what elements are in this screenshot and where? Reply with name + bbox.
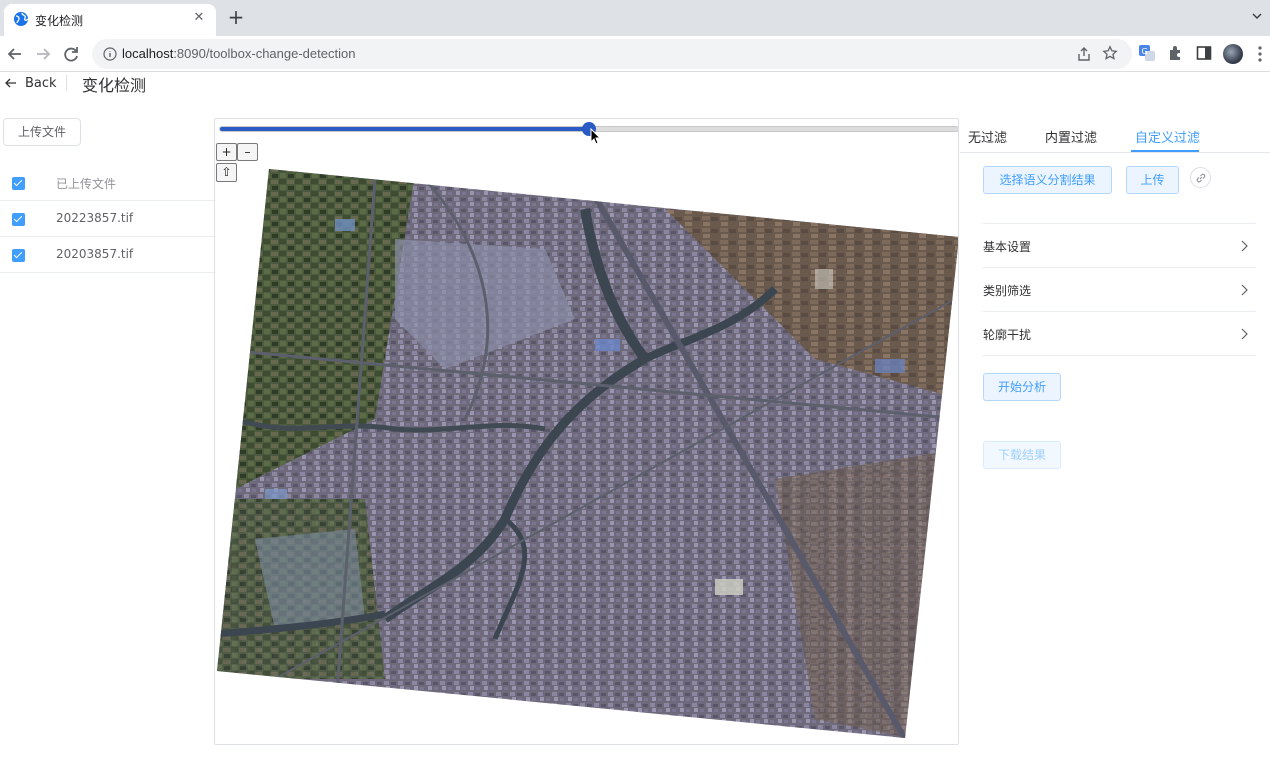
tab-title: 变化检测	[35, 14, 84, 28]
tab-custom-filter[interactable]: 自定义过滤	[1135, 127, 1200, 146]
svg-text:G: G	[1142, 47, 1148, 56]
side-panel-icon[interactable]	[1195, 44, 1213, 62]
file-checkbox[interactable]	[12, 213, 25, 226]
new-tab-button[interactable]: +	[226, 7, 246, 27]
zoom-in-button[interactable]: +	[216, 143, 237, 161]
collapse-label: 类别筛选	[983, 284, 1032, 298]
tab-no-filter[interactable]: 无过滤	[968, 127, 1007, 146]
chevron-right-icon	[1241, 240, 1248, 252]
zoom-to-extent-button[interactable]: ⇧	[216, 163, 237, 182]
link-icon	[1196, 173, 1206, 183]
link-button[interactable]	[1190, 167, 1211, 188]
bookmark-star-icon[interactable]	[1102, 45, 1118, 61]
file-name: 20223857.tif	[56, 211, 134, 225]
start-analysis-button[interactable]: 开始分析	[983, 373, 1061, 401]
upload-file-button[interactable]: 上传文件	[3, 118, 81, 146]
profile-avatar[interactable]	[1223, 44, 1243, 64]
settings-collapse: 基本设置 类别筛选 轮廓干扰	[983, 223, 1256, 356]
swipe-slider-fill	[220, 127, 589, 131]
extensions-puzzle-icon[interactable]	[1167, 44, 1185, 62]
reload-icon[interactable]	[60, 43, 82, 65]
select-all-checkbox[interactable]	[12, 177, 25, 190]
download-result-button: 下载结果	[983, 441, 1061, 469]
chevron-right-icon	[1241, 328, 1248, 340]
collapse-label: 基本设置	[983, 240, 1032, 254]
uploaded-file-list: 已上传文件 20223857.tif 20203857.tif	[0, 165, 214, 273]
page-title: 变化检测	[82, 76, 147, 95]
globe-icon	[14, 12, 29, 26]
address-bar[interactable]: localhost:8090/toolbox-change-detection	[92, 39, 1132, 69]
zoom-out-button[interactable]: –	[237, 143, 258, 161]
upload-button[interactable]: 上传	[1126, 166, 1179, 194]
active-tab-indicator	[1131, 150, 1199, 152]
browser-tab[interactable]: 变化检测 ✕	[4, 4, 216, 36]
url-text[interactable]: localhost:8090/toolbox-change-detection	[122, 46, 355, 61]
browser-toolbar: localhost:8090/toolbox-change-detection …	[0, 36, 1270, 72]
menu-kebab-icon[interactable]	[1256, 44, 1264, 64]
back-arrow-icon	[5, 78, 16, 88]
chevron-right-icon	[1241, 284, 1248, 296]
select-segmentation-button[interactable]: 选择语义分割结果	[983, 166, 1112, 194]
header-divider	[66, 75, 67, 91]
file-name: 20203857.tif	[56, 247, 134, 261]
browser-tabstrip: 变化检测 ✕ +	[0, 0, 1270, 36]
back-button[interactable]: Back	[4, 74, 57, 92]
collapse-item-category-filter[interactable]: 类别筛选	[983, 268, 1256, 312]
collapse-item-basic-settings[interactable]: 基本设置	[983, 224, 1256, 268]
back-label: Back	[25, 75, 57, 91]
tab-search-chevron-icon[interactable]	[1250, 9, 1264, 23]
swipe-slider-track[interactable]	[219, 122, 958, 136]
collapse-item-contour-interference[interactable]: 轮廓干扰	[983, 312, 1256, 356]
back-arrow-icon[interactable]	[4, 43, 26, 65]
site-info-icon[interactable]	[103, 47, 117, 61]
filter-tabs: 无过滤 内置过滤 自定义过滤	[960, 118, 1270, 153]
collapse-label: 轮廓干扰	[983, 328, 1032, 342]
share-icon[interactable]	[1076, 46, 1092, 62]
file-checkbox[interactable]	[12, 249, 25, 262]
file-row[interactable]: 20223857.tif	[0, 201, 214, 237]
map-view[interactable]: + – ⇧	[214, 118, 959, 745]
file-list-header-label: 已上传文件	[56, 177, 117, 191]
tab-builtin-filter[interactable]: 内置过滤	[1045, 127, 1097, 146]
tab-close-icon[interactable]: ✕	[191, 10, 207, 26]
satellite-image[interactable]	[215, 119, 959, 745]
file-list-header: 已上传文件	[0, 165, 214, 201]
file-row[interactable]: 20203857.tif	[0, 237, 214, 273]
translate-icon[interactable]: G	[1138, 44, 1156, 62]
mouse-cursor-icon	[590, 128, 602, 145]
forward-arrow-icon[interactable]	[32, 43, 54, 65]
